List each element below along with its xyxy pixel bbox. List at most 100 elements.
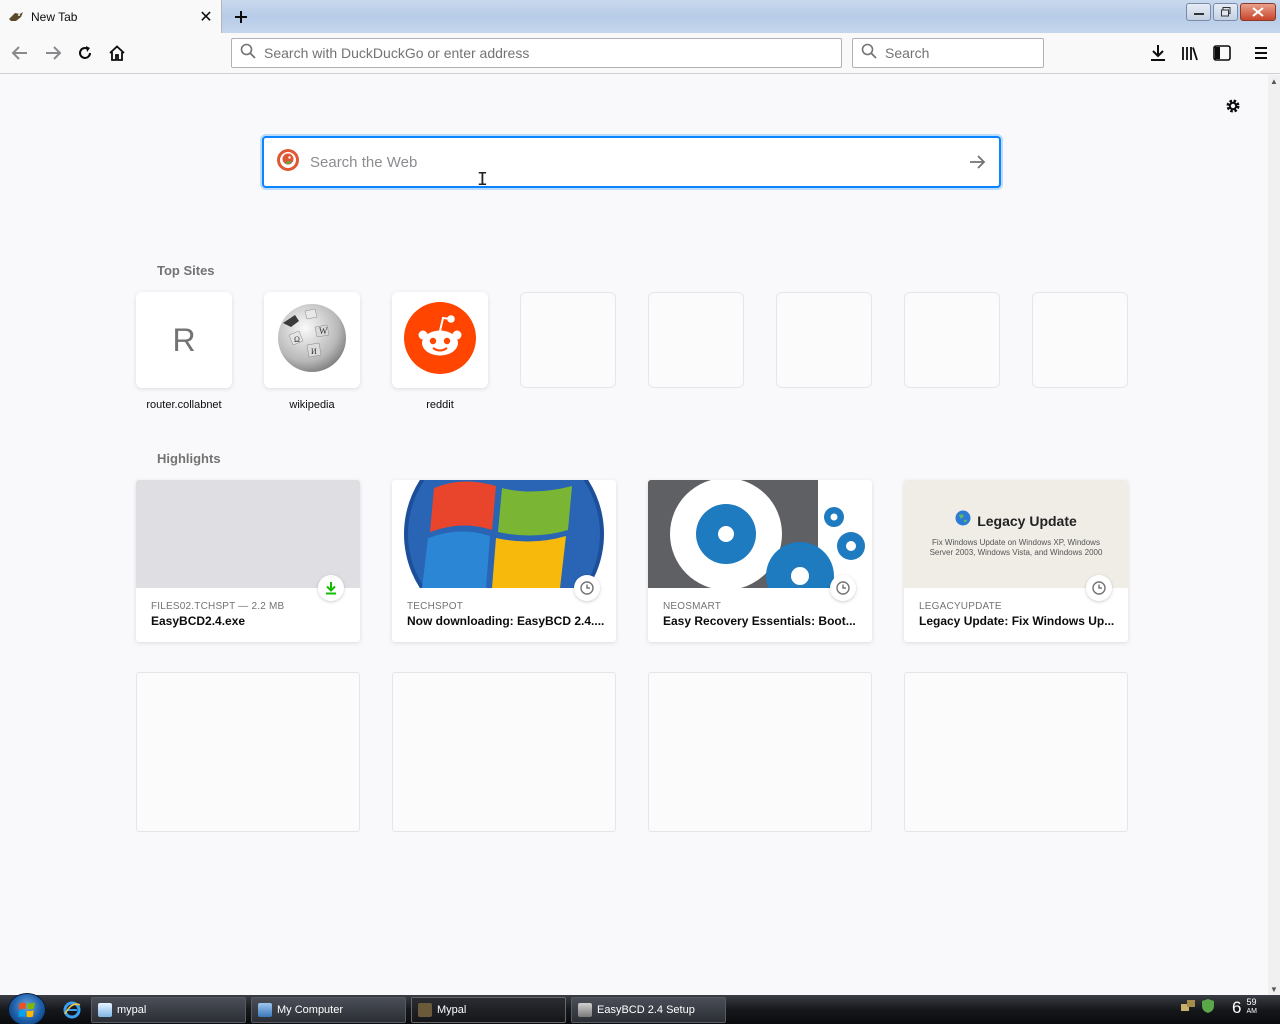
clock-minute-group: 59 AM — [1244, 998, 1257, 1016]
clock-icon — [574, 575, 600, 601]
preview-text: Fix Windows Update on Windows XP, Window… — [929, 538, 1103, 557]
recovery-disc-gears-icon — [648, 480, 872, 588]
topsite-tile[interactable] — [392, 292, 488, 388]
empty-tile — [648, 292, 744, 388]
windows-logo-icon — [392, 480, 616, 588]
taskbar: mypal My Computer Mypal EasyBCD 2.4 Setu… — [0, 993, 1280, 1024]
clock-minute: 59 — [1246, 997, 1257, 1007]
search-bar[interactable] — [852, 38, 1066, 68]
taskbar-item-mypal-notepad[interactable]: mypal — [91, 997, 246, 1023]
tab-new-tab[interactable]: New Tab ✕ — [0, 0, 222, 33]
mypal-icon — [418, 1003, 432, 1017]
highlight-card-easybcd-file[interactable]: FILES02.TCHSPT — 2.2 MB EasyBCD2.4.exe — [136, 480, 360, 642]
topsite-empty — [904, 292, 1000, 388]
highlight-placeholder — [904, 672, 1128, 832]
duckduckgo-icon — [276, 148, 300, 177]
highlight-preview: Legacy Update Fix Windows Update on Wind… — [904, 480, 1128, 588]
highlight-card-legacyupdate[interactable]: Legacy Update Fix Windows Update on Wind… — [904, 480, 1128, 642]
topsite-empty — [1032, 292, 1128, 388]
navigation-toolbar — [0, 33, 1280, 74]
downloads-icon[interactable] — [1142, 37, 1174, 69]
highlight-title: Easy Recovery Essentials: Boot... — [663, 614, 856, 628]
taskbar-item-my-computer[interactable]: My Computer — [251, 997, 406, 1023]
taskbar-item-label: Mypal — [437, 1004, 467, 1016]
svg-text:W: W — [319, 326, 328, 336]
close-tab-icon[interactable]: ✕ — [195, 6, 217, 28]
highlight-placeholder — [136, 672, 360, 832]
svg-text:И: И — [311, 347, 317, 356]
empty-tile — [1032, 292, 1128, 388]
sidebar-icon[interactable] — [1206, 37, 1238, 69]
topsite-router[interactable]: R router.collabnet — [136, 292, 232, 411]
highlight-source: LEGACYUPDATE — [919, 601, 1002, 612]
topsite-label: wikipedia — [289, 399, 335, 411]
arrow-right-icon[interactable] — [955, 140, 999, 184]
internet-explorer-icon[interactable] — [62, 1000, 82, 1020]
taskbar-item-easybcd-setup[interactable]: EasyBCD 2.4 Setup — [571, 997, 726, 1023]
highlight-card-neosmart[interactable]: NEOSMART Easy Recovery Essentials: Boot.… — [648, 480, 872, 642]
system-tray — [1180, 998, 1216, 1019]
scroll-up-arrow-icon[interactable]: ▲ — [1268, 75, 1280, 87]
search-input[interactable] — [885, 45, 1066, 61]
new-tab-page: I Top Sites R router.collabnet W И Ω — [0, 75, 1268, 995]
taskbar-item-label: EasyBCD 2.4 Setup — [597, 1004, 695, 1016]
library-icon[interactable] — [1174, 37, 1206, 69]
preview-title: Legacy Update — [977, 512, 1077, 529]
home-icon[interactable] — [101, 37, 133, 69]
web-search-box[interactable] — [262, 136, 1001, 188]
topsite-empty — [648, 292, 744, 388]
topsite-tile[interactable]: W И Ω — [264, 292, 360, 388]
empty-tile — [904, 292, 1000, 388]
reload-icon[interactable] — [69, 37, 101, 69]
topsite-empty — [520, 292, 616, 388]
new-tab-plus-icon[interactable] — [228, 4, 254, 30]
scroll-down-arrow-icon[interactable]: ▼ — [1268, 983, 1280, 995]
network-icon[interactable] — [1180, 998, 1196, 1019]
topsite-tile[interactable]: R — [136, 292, 232, 388]
highlights-heading: Highlights — [157, 451, 221, 466]
highlight-source: FILES02.TCHSPT — 2.2 MB — [151, 601, 285, 612]
window-controls — [1186, 3, 1276, 21]
minimize-icon[interactable] — [1186, 3, 1211, 21]
highlight-placeholder — [648, 672, 872, 832]
highlight-placeholder — [392, 672, 616, 832]
web-search-input[interactable] — [310, 153, 955, 171]
tab-strip: New Tab ✕ — [0, 0, 1280, 33]
url-input[interactable] — [264, 45, 841, 61]
globe-icon — [955, 510, 971, 531]
vertical-scrollbar[interactable]: ▲ ▼ — [1268, 75, 1280, 995]
gear-icon[interactable] — [1221, 94, 1245, 118]
forward-arrow-icon[interactable] — [37, 37, 69, 69]
tab-title: New Tab — [31, 9, 78, 24]
empty-tile — [776, 292, 872, 388]
reddit-icon — [404, 301, 476, 379]
start-button[interactable] — [8, 993, 46, 1024]
url-bar[interactable] — [231, 38, 842, 68]
topsite-label: router.collabnet — [146, 399, 222, 411]
highlight-preview — [136, 480, 360, 588]
mypal-favicon-icon — [8, 9, 24, 25]
clock[interactable]: 6 59 AM — [1232, 998, 1257, 1018]
download-icon — [318, 575, 344, 601]
top-sites-heading: Top Sites — [157, 263, 215, 278]
clock-icon — [1086, 575, 1112, 601]
close-window-icon[interactable] — [1240, 3, 1276, 21]
letter-icon: R — [172, 321, 196, 358]
empty-tile — [520, 292, 616, 388]
back-arrow-icon[interactable] — [4, 37, 36, 69]
topsite-label: reddit — [426, 399, 454, 411]
computer-icon — [258, 1003, 272, 1017]
topsite-empty — [776, 292, 872, 388]
hamburger-menu-icon[interactable] — [1245, 37, 1277, 69]
installer-icon — [578, 1003, 592, 1017]
clock-icon — [830, 575, 856, 601]
restore-icon[interactable] — [1213, 3, 1238, 21]
topsite-wikipedia[interactable]: W И Ω wikipedia — [264, 292, 360, 411]
taskbar-item-mypal-browser[interactable]: Mypal — [411, 997, 566, 1023]
security-shield-icon[interactable] — [1200, 998, 1216, 1019]
topsite-reddit[interactable]: reddit — [392, 292, 488, 411]
clock-hour: 6 — [1232, 998, 1242, 1017]
highlight-title: EasyBCD2.4.exe — [151, 614, 246, 628]
svg-text:Ω: Ω — [294, 335, 300, 344]
highlight-card-techspot[interactable]: TECHSPOT Now downloading: EasyBCD 2.4...… — [392, 480, 616, 642]
